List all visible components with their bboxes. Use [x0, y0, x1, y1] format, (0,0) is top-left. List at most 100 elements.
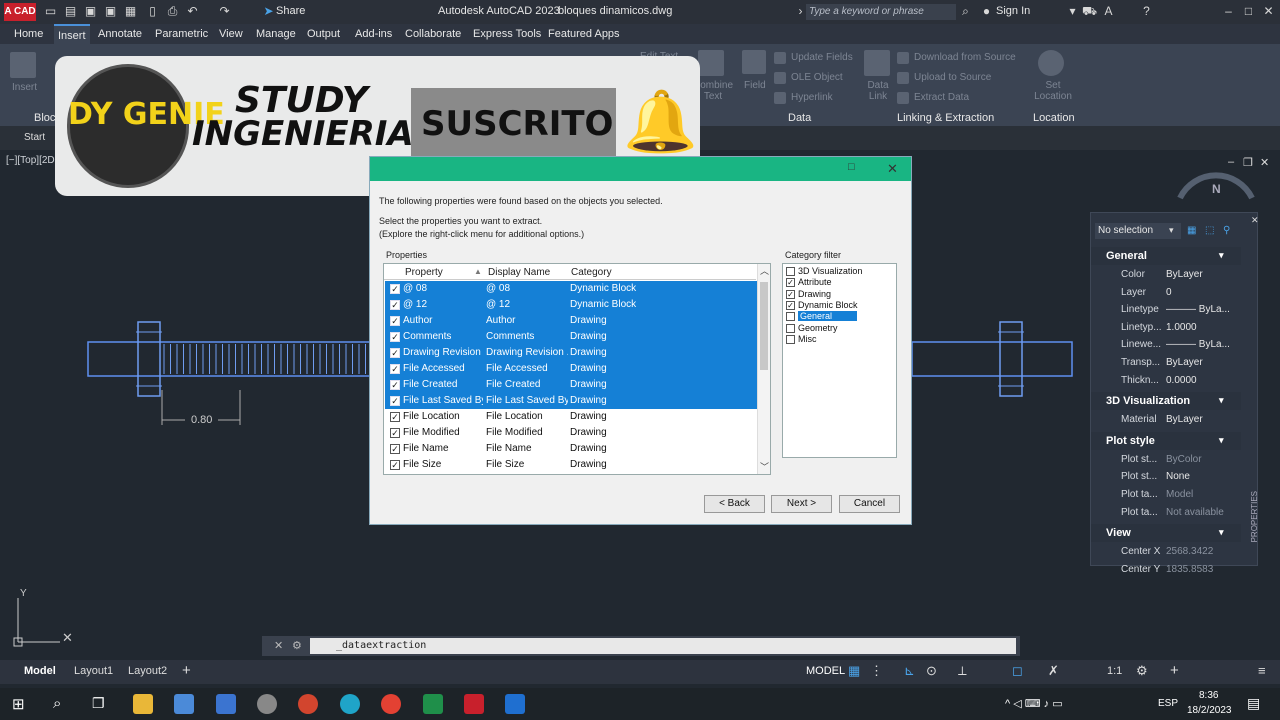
extract-data-icon[interactable]: [897, 92, 909, 104]
menu-icon[interactable]: ≡: [1258, 663, 1266, 678]
osnap-icon[interactable]: ◻: [1012, 663, 1023, 679]
section-viz[interactable]: 3D Visualization ▾: [1091, 392, 1241, 411]
chevron-down-icon[interactable]: ▾: [1219, 435, 1224, 446]
ortho-icon[interactable]: ⊾: [904, 663, 915, 679]
property-row[interactable]: Plot ta... Model: [1091, 486, 1241, 503]
tab-home[interactable]: Home: [14, 28, 43, 40]
web-mobile-icon[interactable]: ▦: [124, 5, 137, 18]
cell-display-name[interactable]: File Size: [486, 459, 568, 470]
row-checkbox[interactable]: ✓: [390, 412, 400, 422]
dialog-close-icon[interactable]: ✕: [887, 161, 898, 177]
back-button[interactable]: < Back: [704, 495, 765, 513]
hyperlink-icon[interactable]: [774, 92, 786, 104]
row-checkbox[interactable]: ✓: [390, 428, 400, 438]
palette-close-icon[interactable]: ✕: [1251, 215, 1259, 226]
share-icon[interactable]: ➤: [262, 5, 275, 18]
property-row[interactable]: Plot ta... Not available: [1091, 504, 1241, 521]
cell-display-name[interactable]: Drawing Revision ...: [486, 347, 568, 358]
upload-source-label[interactable]: Upload to Source: [914, 72, 991, 83]
quick-select-icon[interactable]: ⚲: [1223, 225, 1230, 236]
property-value[interactable]: Model: [1166, 489, 1193, 500]
property-value[interactable]: 0: [1166, 287, 1172, 298]
table-row[interactable]: ✓ File Last Saved By File Last Saved By Dra…: [385, 393, 757, 409]
table-row[interactable]: ✓ File Accessed File Accessed Drawing: [385, 361, 757, 377]
update-fields-label[interactable]: Update Fields: [791, 52, 853, 63]
tab-express-tools[interactable]: Express Tools: [473, 28, 541, 40]
calculator-icon[interactable]: [174, 694, 194, 714]
property-row[interactable]: Linetyp... 1.0000: [1091, 319, 1241, 336]
language-indicator[interactable]: ESP: [1158, 698, 1178, 709]
user-icon[interactable]: ●: [980, 5, 993, 18]
globe-icon[interactable]: [1038, 50, 1064, 76]
dropdown-icon[interactable]: ▾: [1066, 5, 1079, 18]
isodraft-icon[interactable]: ⟂: [958, 663, 967, 679]
category-checkbox[interactable]: [786, 312, 795, 322]
table-row[interactable]: ✓ Comments Comments Drawing: [385, 329, 757, 345]
customize-icon[interactable]: ⚙: [292, 639, 302, 652]
scroll-up-icon[interactable]: ︿: [760, 264, 769, 277]
category-item[interactable]: 3D Visualization: [785, 266, 895, 277]
row-checkbox[interactable]: ✓: [390, 316, 400, 326]
cell-display-name[interactable]: File Modified: [486, 427, 568, 438]
category-item[interactable]: ✓ Dynamic Block: [785, 300, 895, 311]
edge-icon[interactable]: [340, 694, 360, 714]
snap-icon[interactable]: ⋮: [870, 663, 883, 679]
save-icon[interactable]: ▣: [84, 5, 97, 18]
cell-display-name[interactable]: File Last Saved By: [486, 395, 568, 406]
hyperlink-label[interactable]: Hyperlink: [791, 92, 833, 103]
cell-display-name[interactable]: File Location: [486, 411, 568, 422]
layout2-tab[interactable]: Layout2: [128, 665, 167, 677]
table-row[interactable]: ✓ File Name File Name Drawing: [385, 441, 757, 457]
row-checkbox[interactable]: ✓: [390, 348, 400, 358]
toggle-pickadd-icon[interactable]: ▦: [1187, 225, 1196, 236]
close-icon[interactable]: ✕: [1262, 5, 1275, 18]
category-item[interactable]: ✓ Attribute: [785, 277, 895, 288]
category-checkbox[interactable]: [786, 267, 795, 276]
col-category[interactable]: Category: [571, 267, 612, 278]
table-scrollbar[interactable]: ︿ ﹀: [757, 264, 770, 474]
tab-view[interactable]: View: [219, 28, 243, 40]
category-item[interactable]: Geometry: [785, 323, 895, 334]
tab-output[interactable]: Output: [307, 28, 340, 40]
row-checkbox[interactable]: ✓: [390, 380, 400, 390]
category-checkbox[interactable]: ✓: [786, 278, 795, 288]
insert-block-icon[interactable]: [10, 52, 36, 78]
category-checkbox[interactable]: [786, 334, 795, 344]
insert-label[interactable]: Insert: [12, 82, 37, 93]
bell-icon[interactable]: 🔔: [623, 86, 698, 157]
save-as-icon[interactable]: ▣: [104, 5, 117, 18]
search-icon[interactable]: ⌕: [959, 5, 972, 18]
grid-icon[interactable]: ▦: [848, 663, 860, 679]
teams-icon[interactable]: [505, 694, 525, 714]
combine-text-icon[interactable]: [698, 50, 724, 76]
row-checkbox[interactable]: ✓: [390, 332, 400, 342]
maximize-icon[interactable]: □: [1242, 5, 1255, 18]
model-space-toggle[interactable]: MODEL: [806, 665, 845, 677]
data-link-icon[interactable]: [864, 50, 890, 76]
viewcube-north[interactable]: N: [1212, 182, 1221, 196]
clock-date[interactable]: 18/2/2023: [1187, 705, 1232, 716]
sign-in-link[interactable]: Sign In: [996, 5, 1030, 17]
row-checkbox[interactable]: ✓: [390, 460, 400, 470]
table-row[interactable]: ✓ Author Author Drawing: [385, 313, 757, 329]
upload-source-icon[interactable]: [897, 72, 909, 84]
layout1-tab[interactable]: Layout1: [74, 665, 113, 677]
cell-display-name[interactable]: File Created: [486, 379, 568, 390]
col-display-name[interactable]: Display Name: [488, 267, 550, 278]
section-plot[interactable]: Plot style ▾: [1091, 431, 1241, 450]
annotation-scale[interactable]: 1:1: [1107, 665, 1122, 677]
row-checkbox[interactable]: ✓: [390, 396, 400, 406]
property-row[interactable]: Thickn... 0.0000: [1091, 372, 1241, 389]
property-value[interactable]: ——— ByLa...: [1166, 339, 1230, 350]
new-file-icon[interactable]: ▭: [44, 5, 57, 18]
ole-object-icon[interactable]: [774, 72, 786, 84]
select-objects-icon[interactable]: ⬚: [1205, 225, 1214, 236]
property-row[interactable]: Color ByLayer: [1091, 266, 1241, 283]
autodesk-app-icon[interactable]: A: [1102, 5, 1115, 18]
cancel-button[interactable]: Cancel: [839, 495, 900, 513]
property-value[interactable]: ByLayer: [1166, 269, 1203, 280]
search-input[interactable]: Type a keyword or phrase: [806, 4, 956, 20]
windows-start-icon[interactable]: ⊞: [12, 695, 25, 713]
chevron-down-icon[interactable]: ▾: [1219, 527, 1224, 538]
viewport-restore-icon[interactable]: ❐: [1243, 156, 1253, 169]
